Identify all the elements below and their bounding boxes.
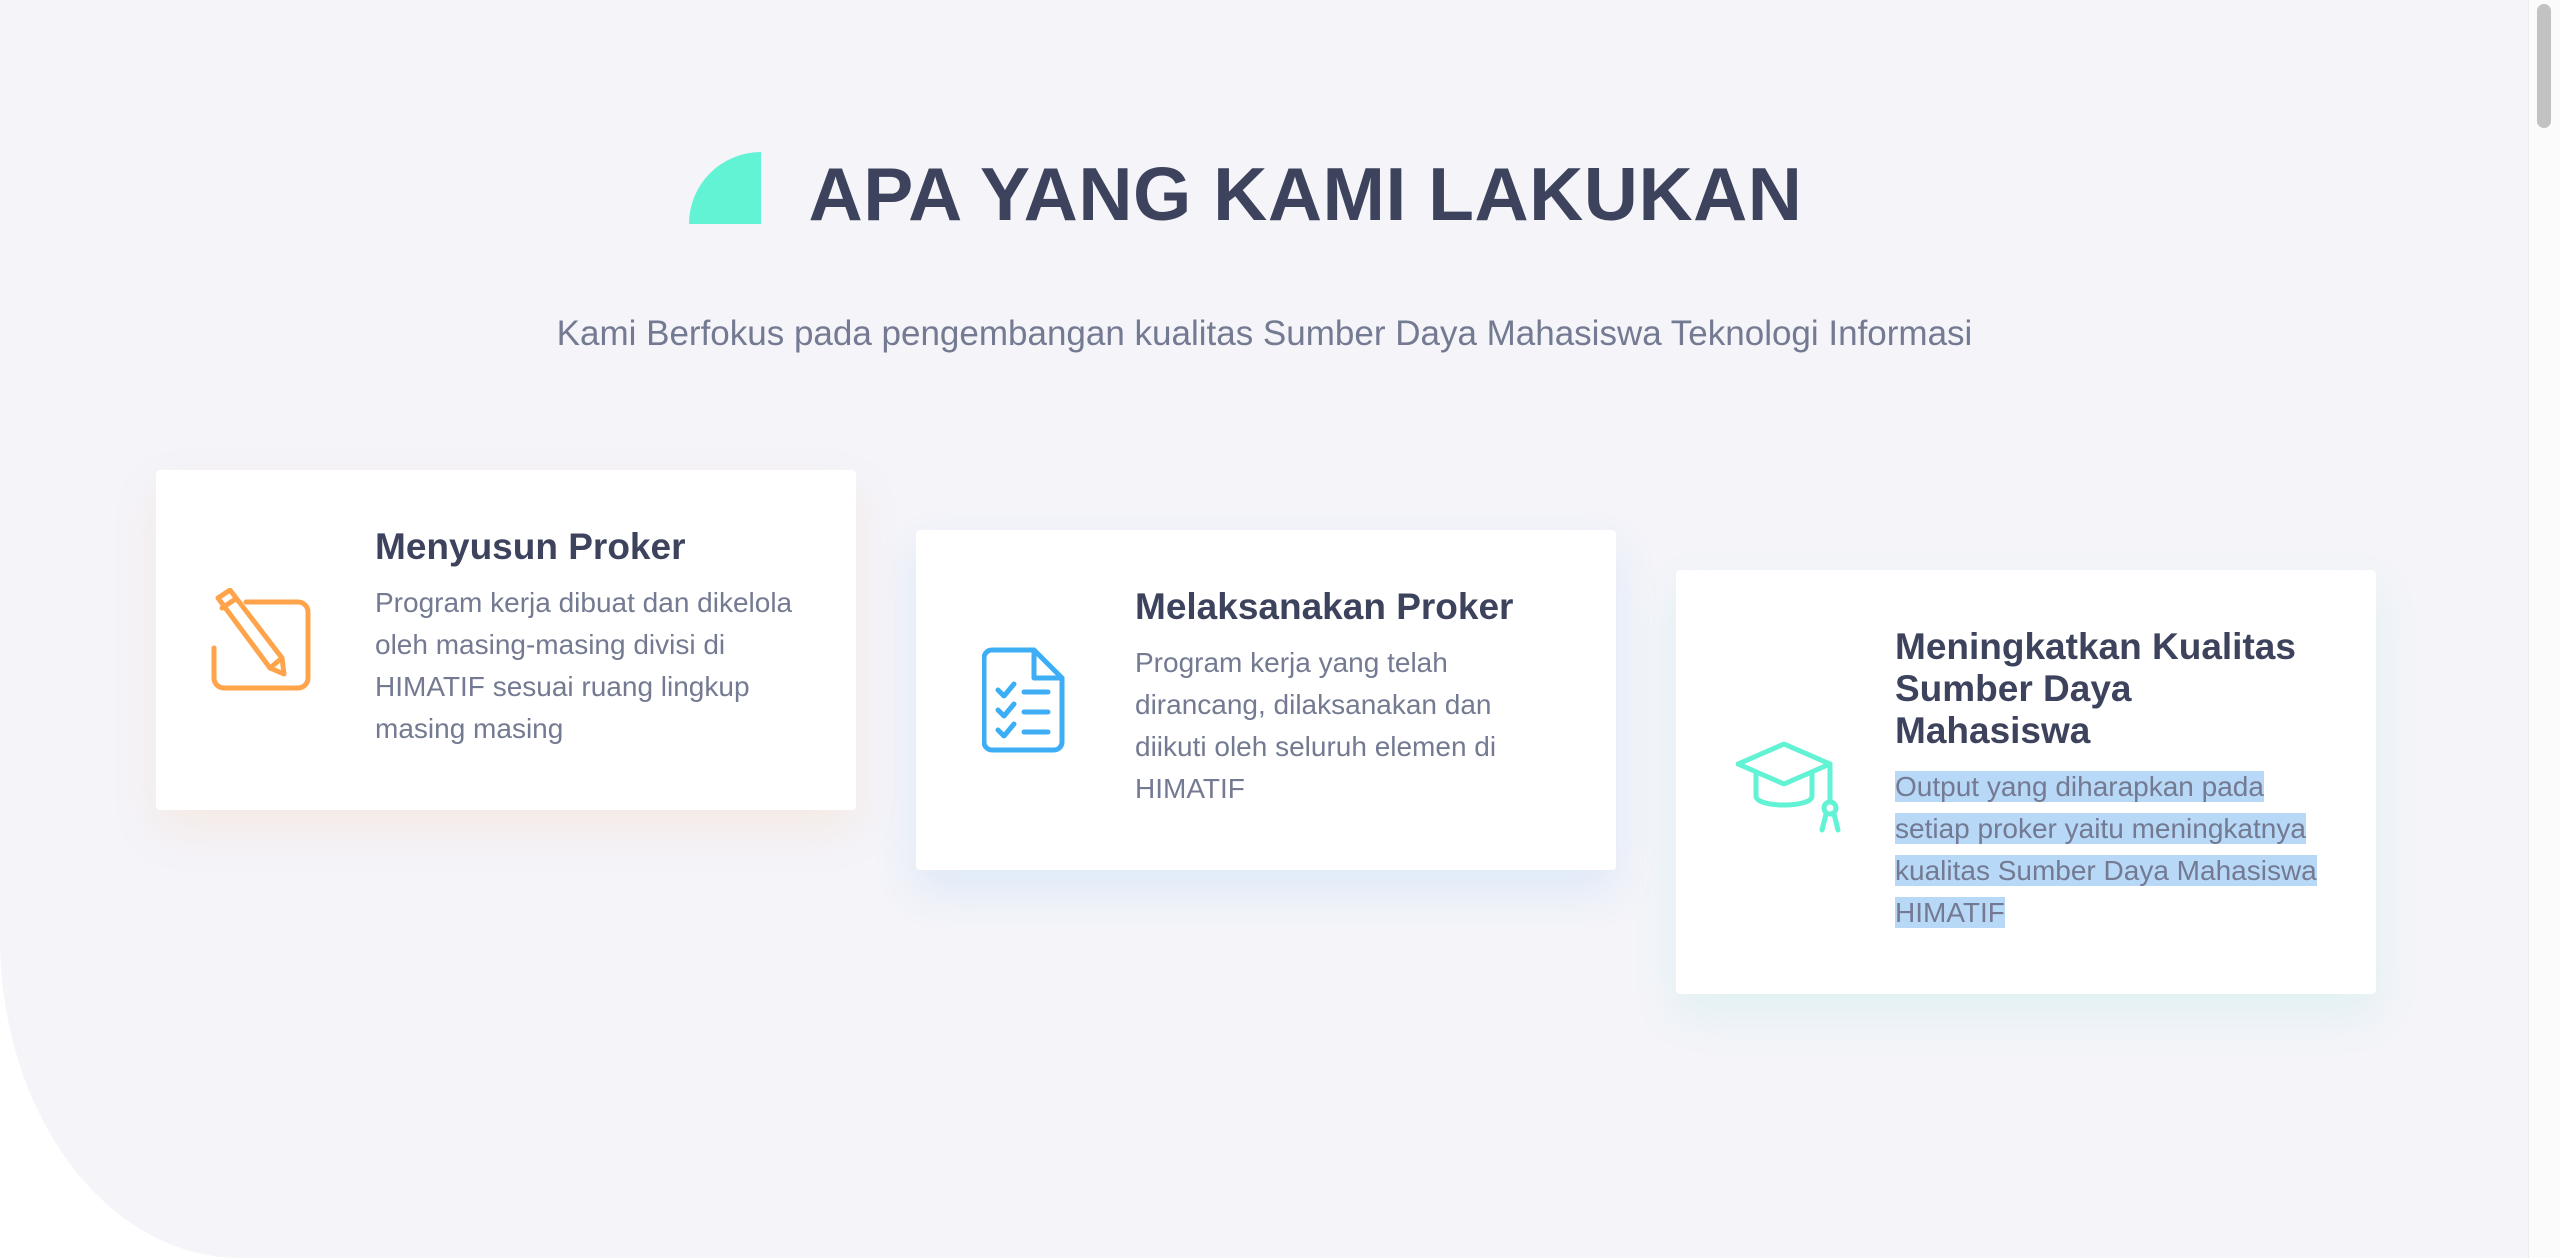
section-header: APA YANG KAMI LAKUKAN [0,148,2529,242]
card-menyusun-proker: Menyusun Proker Program kerja dibuat dan… [156,470,856,810]
graduation-cap-icon [1736,741,1841,833]
vertical-scrollbar[interactable] [2528,0,2560,1258]
section-subtitle: Kami Berfokus pada pengembangan kualitas… [556,314,1973,353]
card-title: Menyusun Proker [375,526,686,567]
card-content: Menyusun Proker Program kerja dibuat dan… [375,526,805,750]
card-title: Melaksanakan Proker [1135,586,1514,627]
card-description: Output yang diharapkan pada setiap proke… [1895,766,2335,934]
card-title: Meningkatkan Kualitas Sumber Daya Mahasi… [1895,626,2296,751]
card-description: Program kerja dibuat dan dikelola oleh m… [375,587,793,744]
pencil-square-icon [211,588,311,691]
card-content: Meningkatkan Kualitas Sumber Daya Mahasi… [1895,626,2325,934]
selected-text-highlight: Output yang diharapkan pada setiap proke… [1895,771,2317,928]
card-content: Melaksanakan Proker Program kerja yang t… [1135,586,1565,810]
card-description: Program kerja yang telah dirancang, dila… [1135,647,1497,804]
card-melaksanakan-proker: Melaksanakan Proker Program kerja yang t… [916,530,1616,870]
section-title: APA YANG KAMI LAKUKAN [808,152,1803,236]
page: APA YANG KAMI LAKUKAN Kami Berfokus pada… [0,0,2560,1258]
checklist-icon [982,647,1065,753]
card-meningkatkan-kualitas: Meningkatkan Kualitas Sumber Daya Mahasi… [1676,570,2376,994]
scrollbar-thumb[interactable] [2537,4,2551,128]
